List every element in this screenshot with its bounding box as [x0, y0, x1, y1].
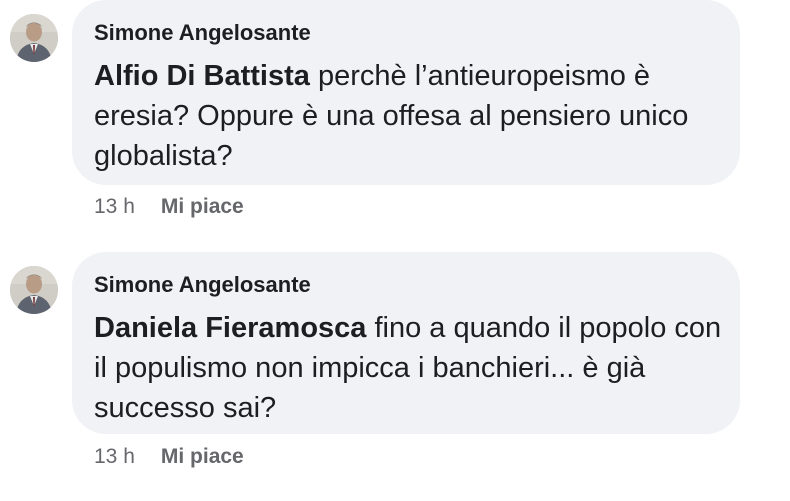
comment-text: Alfio Di Battista perchè l’antieuropeism…: [94, 56, 724, 176]
avatar[interactable]: [10, 266, 58, 314]
comment-author[interactable]: Simone Angelosante: [94, 272, 311, 298]
profile-photo-icon: [10, 266, 58, 314]
like-button[interactable]: Mi piace: [161, 195, 244, 218]
comment-meta: 13 h Mi piace: [94, 195, 244, 219]
comment-author[interactable]: Simone Angelosante: [94, 20, 311, 46]
like-button[interactable]: Mi piace: [161, 445, 244, 468]
mention-link[interactable]: Alfio Di Battista: [94, 60, 310, 92]
comment-bubble: Simone Angelosante Daniela Fieramosca fi…: [72, 252, 740, 434]
avatar[interactable]: [10, 14, 58, 62]
comment-bubble: Simone Angelosante Alfio Di Battista per…: [72, 0, 740, 185]
mention-link[interactable]: Daniela Fieramosca: [94, 312, 366, 344]
profile-photo-icon: [10, 14, 58, 62]
comment-text: Daniela Fieramosca fino a quando il popo…: [94, 308, 724, 428]
comment-meta: 13 h Mi piace: [94, 445, 244, 469]
comment-timestamp[interactable]: 13 h: [94, 195, 135, 218]
comment-timestamp[interactable]: 13 h: [94, 445, 135, 468]
